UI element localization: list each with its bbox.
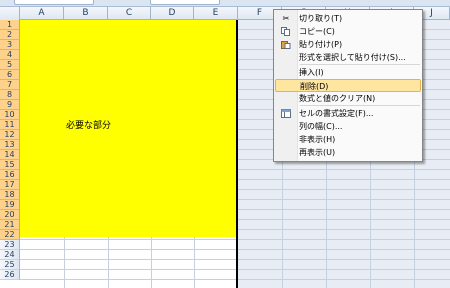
column-header-b[interactable]: B bbox=[64, 7, 108, 20]
row-header[interactable]: 23 bbox=[0, 240, 20, 250]
menu-separator bbox=[300, 105, 420, 106]
menu-item-paste-special[interactable]: 形式を選択して貼り付け(S)... bbox=[275, 51, 421, 64]
row-header[interactable]: 10 bbox=[0, 110, 20, 120]
selected-range-fill bbox=[20, 20, 236, 237]
menu-item-label: 列の幅(C)... bbox=[299, 122, 343, 131]
row-header[interactable]: 15 bbox=[0, 160, 20, 170]
select-all-corner[interactable] bbox=[0, 7, 20, 20]
row-header[interactable]: 9 bbox=[0, 100, 20, 110]
row-header[interactable]: 26 bbox=[0, 270, 20, 280]
row-header[interactable]: 14 bbox=[0, 150, 20, 160]
menu-item-column-width[interactable]: 列の幅(C)... bbox=[275, 120, 421, 133]
grid-line bbox=[20, 269, 450, 270]
row-header[interactable]: 20 bbox=[0, 210, 20, 220]
menu-item-cut[interactable]: ✂ 切り取り(T) bbox=[275, 12, 421, 25]
column-header-a[interactable]: A bbox=[20, 7, 64, 20]
menu-item-label: 再表示(U) bbox=[299, 148, 336, 157]
row-header[interactable]: 8 bbox=[0, 90, 20, 100]
row-header[interactable]: 25 bbox=[0, 260, 20, 270]
row-header-column: 1 2 3 4 5 6 7 8 9 10 11 12 13 14 15 16 1… bbox=[0, 20, 20, 288]
menu-item-format-cells[interactable]: セルの書式設定(F)... bbox=[275, 107, 421, 120]
grid-line bbox=[20, 279, 450, 280]
unselected-cells[interactable] bbox=[20, 237, 236, 288]
column-header-c[interactable]: C bbox=[108, 7, 151, 20]
context-menu: ✂ 切り取り(T) コピー(C) 貼り付け(P) 形式を選択して貼り付け(S).… bbox=[273, 9, 423, 162]
row-header[interactable]: 7 bbox=[0, 80, 20, 90]
row-header[interactable]: 4 bbox=[0, 50, 20, 60]
menu-item-label: 挿入(I) bbox=[299, 68, 324, 77]
row-header[interactable]: 22 bbox=[0, 230, 20, 240]
cell-text: 必要な部分 bbox=[66, 121, 112, 131]
page-break-line bbox=[236, 20, 238, 288]
menu-item-unhide[interactable]: 再表示(U) bbox=[275, 146, 421, 159]
row-header[interactable]: 6 bbox=[0, 70, 20, 80]
row-header[interactable]: 21 bbox=[0, 220, 20, 230]
formula-bar-strip bbox=[0, 0, 450, 7]
menu-item-clear-contents[interactable]: 数式と値のクリア(N) bbox=[275, 92, 421, 105]
menu-item-paste[interactable]: 貼り付け(P) bbox=[275, 38, 421, 51]
name-box[interactable] bbox=[14, 0, 94, 5]
row-header[interactable]: 5 bbox=[0, 60, 20, 70]
menu-item-label: セルの書式設定(F)... bbox=[299, 109, 374, 118]
grid-line bbox=[20, 259, 450, 260]
menu-item-label: コピー(C) bbox=[299, 27, 335, 36]
menu-separator bbox=[300, 64, 420, 65]
copy-icon bbox=[281, 27, 291, 36]
paste-icon bbox=[281, 40, 291, 49]
row-header[interactable]: 12 bbox=[0, 130, 20, 140]
grid-line bbox=[20, 239, 450, 240]
row-header[interactable]: 19 bbox=[0, 200, 20, 210]
grid-line bbox=[20, 249, 450, 250]
format-cells-icon bbox=[281, 109, 291, 118]
row-header[interactable]: 18 bbox=[0, 190, 20, 200]
row-header[interactable]: 11 bbox=[0, 120, 20, 130]
row-header[interactable]: 17 bbox=[0, 180, 20, 190]
scissors-icon: ✂ bbox=[282, 14, 290, 23]
menu-item-hide[interactable]: 非表示(H) bbox=[275, 133, 421, 146]
row-header[interactable]: 2 bbox=[0, 30, 20, 40]
formula-input[interactable] bbox=[150, 0, 220, 5]
menu-item-insert[interactable]: 挿入(I) bbox=[275, 66, 421, 79]
menu-item-label: 数式と値のクリア(N) bbox=[299, 94, 376, 103]
row-header[interactable]: 16 bbox=[0, 170, 20, 180]
column-header-e[interactable]: E bbox=[194, 7, 238, 20]
menu-item-delete[interactable]: 削除(D) bbox=[275, 79, 421, 92]
column-header-d[interactable]: D bbox=[151, 7, 194, 20]
row-header[interactable]: 24 bbox=[0, 250, 20, 260]
row-header[interactable]: 13 bbox=[0, 140, 20, 150]
row-header[interactable]: 3 bbox=[0, 40, 20, 50]
menu-item-label: 貼り付け(P) bbox=[299, 40, 343, 49]
menu-item-label: 形式を選択して貼り付け(S)... bbox=[299, 53, 406, 62]
menu-item-copy[interactable]: コピー(C) bbox=[275, 25, 421, 38]
row-header[interactable]: 1 bbox=[0, 20, 20, 30]
menu-item-label: 切り取り(T) bbox=[299, 14, 343, 23]
menu-item-label: 非表示(H) bbox=[299, 135, 336, 144]
